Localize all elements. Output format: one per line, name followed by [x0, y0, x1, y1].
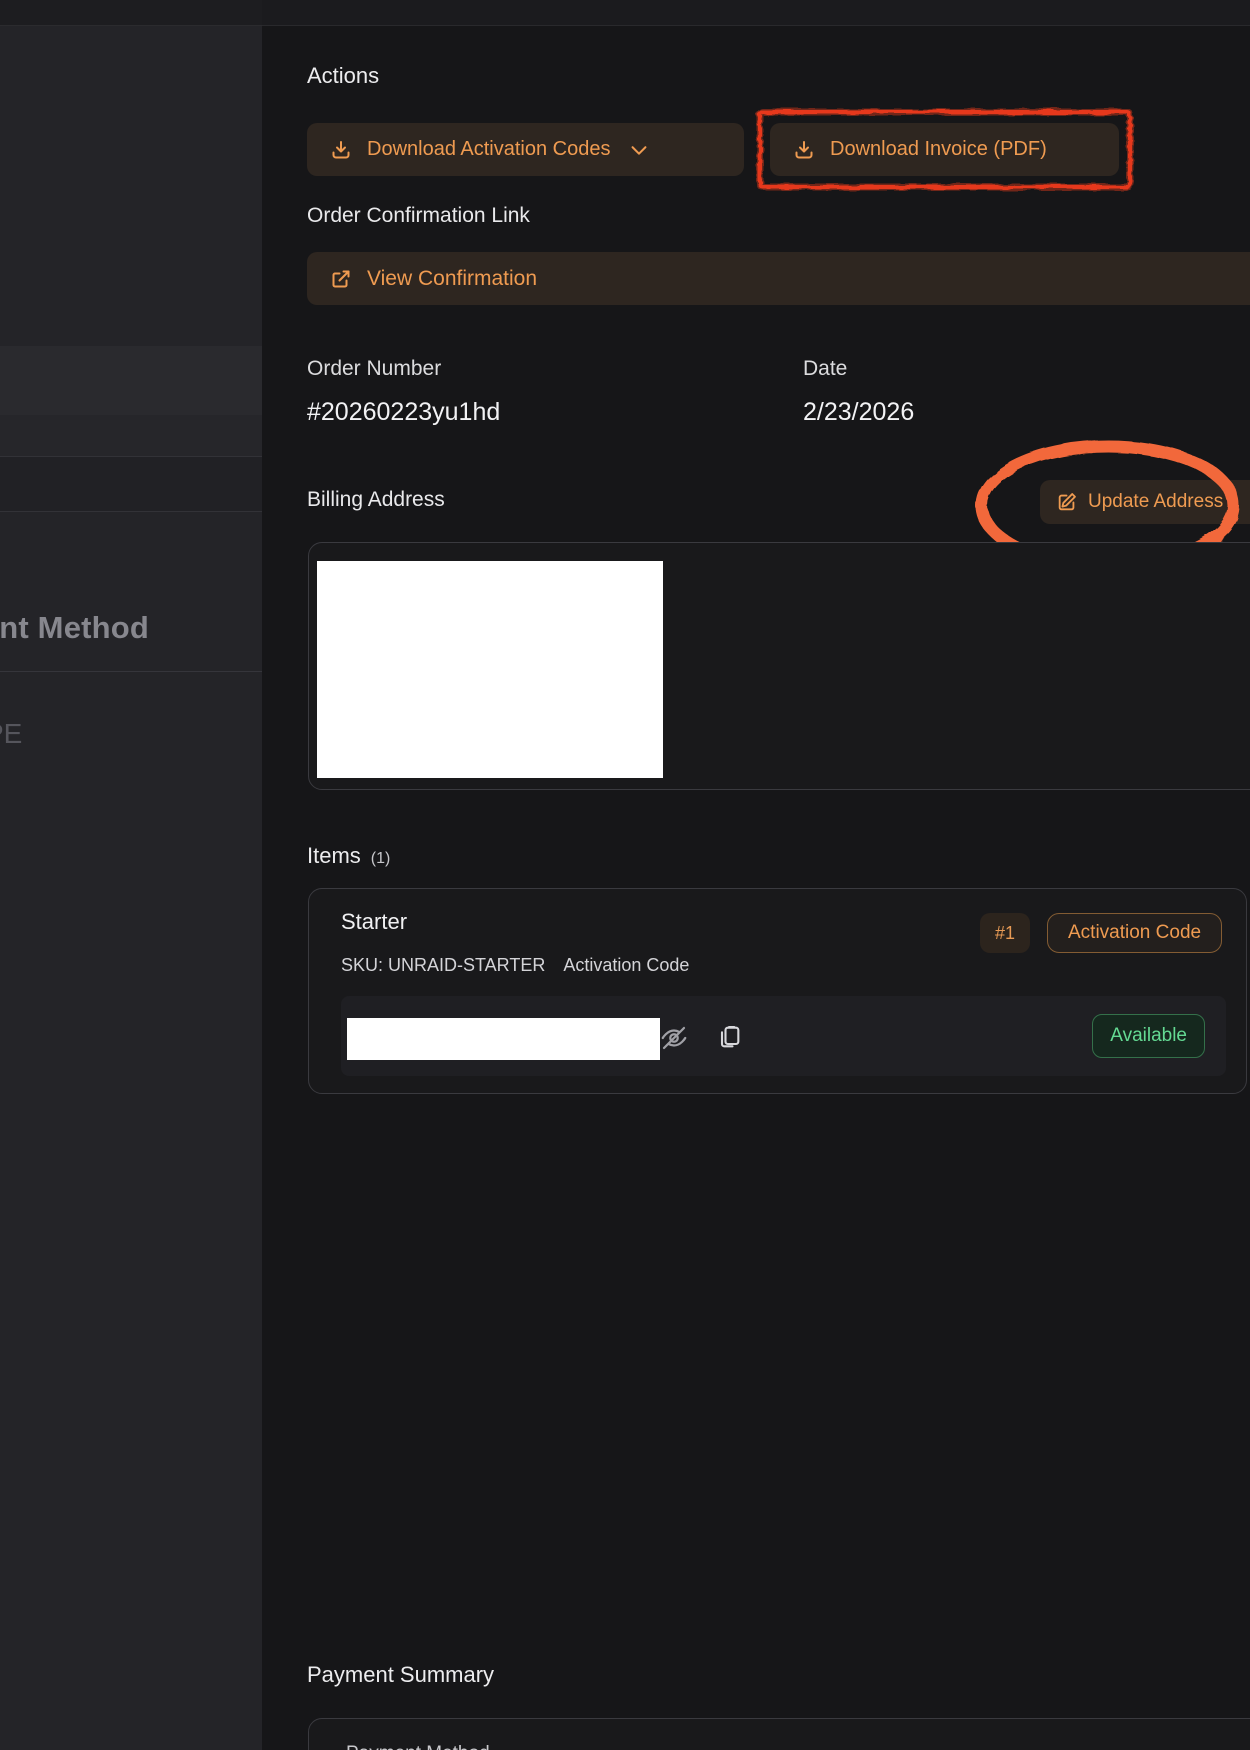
item-index-badge: #1: [980, 913, 1030, 953]
sidebar-top-strip: [0, 0, 262, 26]
activation-code-badge: Activation Code: [1047, 913, 1222, 953]
copy-icon: [715, 1023, 743, 1051]
view-confirmation-label: View Confirmation: [367, 267, 537, 291]
billing-address-heading: Billing Address: [307, 488, 445, 512]
item-title: Starter: [341, 909, 407, 935]
copy-code-button[interactable]: [713, 1021, 745, 1053]
update-address-label: Update Address: [1088, 491, 1223, 513]
download-invoice-button[interactable]: Download Invoice (PDF): [770, 123, 1119, 176]
payment-provider-partial: PE: [0, 718, 22, 750]
item-card: Starter #1 Activation Code SKU: UNRAID-S…: [308, 888, 1247, 1094]
sidebar-row[interactable]: [0, 457, 262, 512]
sidebar-highlighted-row[interactable]: [0, 346, 262, 415]
item-type-text: Activation Code: [563, 955, 689, 976]
view-confirmation-button[interactable]: View Confirmation: [307, 252, 1250, 305]
page: { "sidebar": { "partial_heading": "ment …: [0, 0, 1250, 1750]
external-link-icon: [329, 267, 353, 291]
sidebar-payment-method-section: ment Method: [0, 512, 262, 672]
actions-heading: Actions: [307, 63, 379, 89]
download-icon: [792, 138, 816, 162]
panel-top-strip: [262, 0, 1250, 26]
order-details-panel: Actions Download Activation Codes Downlo…: [262, 0, 1250, 1750]
update-address-button[interactable]: Update Address: [1040, 480, 1250, 524]
billing-address-card: [308, 542, 1250, 790]
download-invoice-label: Download Invoice (PDF): [830, 138, 1047, 161]
payment-method-row-label: Payment Method: [346, 1743, 490, 1750]
eye-off-icon: [659, 1023, 689, 1053]
download-activation-codes-button[interactable]: Download Activation Codes: [307, 123, 744, 176]
order-number-label: Order Number: [307, 357, 441, 381]
toggle-code-visibility-button[interactable]: [658, 1022, 690, 1054]
date-label: Date: [803, 357, 847, 381]
items-heading: Items: [307, 843, 361, 869]
background-sidebar: ment Method PE: [0, 0, 262, 1750]
sidebar-row[interactable]: [0, 415, 262, 457]
order-number-value: #20260223yu1hd: [307, 398, 500, 427]
payment-method-heading-partial: ment Method: [0, 610, 149, 646]
item-sku-row: SKU: UNRAID-STARTER Activation Code: [341, 955, 689, 976]
activation-code-row: Available: [341, 996, 1226, 1076]
download-activation-codes-label: Download Activation Codes: [367, 138, 610, 161]
status-badge: Available: [1092, 1014, 1205, 1058]
item-sku: SKU: UNRAID-STARTER: [341, 955, 545, 976]
payment-summary-heading: Payment Summary: [307, 1662, 494, 1688]
redacted-activation-code: [347, 1018, 660, 1060]
items-heading-row: Items (1): [307, 843, 390, 869]
edit-pencil-icon: [1056, 491, 1078, 513]
order-confirmation-link-label: Order Confirmation Link: [307, 204, 530, 228]
redacted-billing-address: [317, 561, 663, 778]
sidebar-section: [0, 26, 262, 346]
date-value: 2/23/2026: [803, 398, 914, 427]
download-icon: [329, 138, 353, 162]
payment-summary-card: Payment Method: [308, 1718, 1250, 1750]
chevron-down-icon: [628, 139, 650, 161]
items-count: (1): [371, 850, 391, 868]
sidebar-section: PE: [0, 672, 262, 1750]
